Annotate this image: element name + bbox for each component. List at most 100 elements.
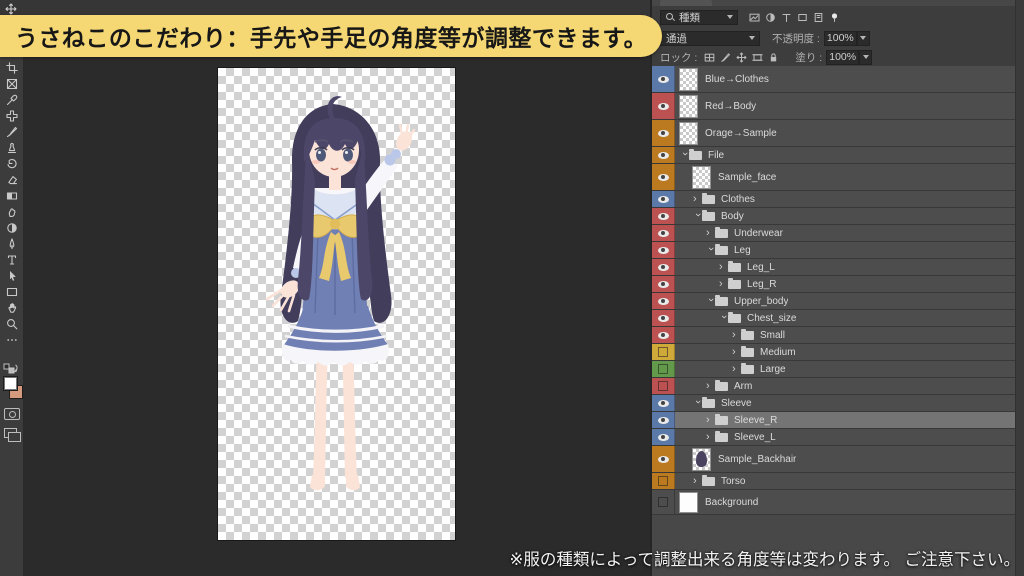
visibility-badge[interactable] — [652, 66, 675, 92]
visibility-badge[interactable] — [652, 361, 675, 377]
layer-row-sleeve[interactable]: ›Sleeve — [652, 395, 1016, 412]
frame-tool-icon[interactable] — [0, 76, 23, 92]
visibility-badge[interactable] — [652, 293, 675, 309]
layer-name[interactable]: Sleeve — [721, 398, 752, 409]
layer-name[interactable]: Torso — [721, 476, 745, 487]
panel-scrollbar[interactable] — [1015, 0, 1024, 576]
layer-row-clothes[interactable]: ›Clothes — [652, 191, 1016, 208]
eraser-tool-icon[interactable] — [0, 172, 23, 188]
layer-row-orage-sample[interactable]: Orage→Sample — [652, 120, 1016, 147]
layer-thumbnail[interactable] — [680, 69, 697, 90]
layer-name[interactable]: File — [708, 150, 724, 161]
opacity-dropdown-button[interactable] — [857, 31, 870, 46]
eyedropper-tool-icon[interactable] — [0, 92, 23, 108]
visibility-badge[interactable] — [652, 276, 675, 292]
layer-name[interactable]: Clothes — [721, 194, 755, 205]
pen-tool-icon[interactable] — [0, 236, 23, 252]
layer-name[interactable]: Red→Body — [705, 101, 756, 112]
crop-tool-icon[interactable] — [0, 60, 23, 76]
visibility-badge[interactable] — [652, 208, 675, 224]
visibility-badge[interactable] — [652, 327, 675, 343]
move-icon[interactable] — [5, 2, 17, 14]
layer-name[interactable]: Sample_Backhair — [718, 454, 796, 465]
visibility-badge[interactable] — [652, 378, 675, 394]
layer-row-small[interactable]: › Small — [652, 327, 1016, 344]
layer-thumbnail[interactable] — [693, 449, 710, 470]
visibility-badge[interactable] — [652, 395, 675, 411]
brush-tool-icon[interactable] — [0, 124, 23, 140]
layer-name[interactable]: Leg_R — [747, 279, 776, 290]
layer-row-body[interactable]: ›Body — [652, 208, 1016, 225]
fill-input[interactable]: 100% — [826, 50, 859, 65]
layer-name[interactable]: Sample_face — [718, 172, 776, 183]
layer-name[interactable]: Background — [705, 497, 758, 508]
healing-brush-tool-icon[interactable] — [0, 108, 23, 124]
edit-toolbar-tool-icon[interactable] — [0, 332, 23, 348]
layer-thumbnail[interactable] — [680, 96, 697, 117]
visibility-badge[interactable] — [652, 412, 675, 428]
layer-thumbnail[interactable] — [680, 493, 697, 512]
rectangle-tool-icon[interactable] — [0, 284, 23, 300]
chevron-right-icon[interactable]: › — [719, 279, 728, 290]
chevron-right-icon[interactable]: › — [706, 228, 715, 239]
visibility-badge[interactable] — [652, 446, 675, 472]
layer-name[interactable]: Sleeve_R — [734, 415, 777, 426]
screen-mode-icon[interactable] — [4, 428, 17, 438]
chevron-right-icon[interactable]: › — [732, 330, 741, 341]
layer-name[interactable]: Small — [760, 330, 785, 341]
layer-row-chest-size[interactable]: ›Chest_size — [652, 310, 1016, 327]
layer-name[interactable]: Orage→Sample — [705, 128, 777, 139]
layer-row-torso[interactable]: › Torso — [652, 473, 1016, 490]
visibility-badge[interactable] — [652, 164, 675, 190]
document-canvas[interactable] — [218, 68, 455, 540]
lock-artboard-icon[interactable] — [749, 50, 765, 64]
layer-name[interactable]: Leg_L — [747, 262, 775, 273]
blend-mode-dropdown[interactable]: 通過 — [660, 31, 760, 46]
layer-name[interactable]: Upper_body — [734, 296, 788, 307]
layer-name[interactable]: Sleeve_L — [734, 432, 776, 443]
layer-row-large[interactable]: ›Large — [652, 361, 1016, 378]
layer-row-underwear[interactable]: › Underwear — [652, 225, 1016, 242]
layer-row-sample-backhair[interactable]: Sample_Backhair — [652, 446, 1016, 473]
layer-name[interactable]: Chest_size — [747, 313, 796, 324]
clone-stamp-tool-icon[interactable] — [0, 140, 23, 156]
layer-thumbnail[interactable] — [693, 167, 710, 188]
layer-name[interactable]: Large — [760, 364, 786, 375]
visibility-badge[interactable] — [652, 93, 675, 119]
layer-filter-dropdown[interactable]: 種類 — [660, 10, 738, 25]
shape-filter-icon[interactable] — [794, 10, 810, 24]
visibility-badge[interactable] — [652, 490, 675, 514]
gradient-tool-icon[interactable] — [0, 188, 23, 204]
layer-name[interactable]: Body — [721, 211, 744, 222]
visibility-badge[interactable] — [652, 429, 675, 445]
chevron-right-icon[interactable]: › — [732, 347, 741, 358]
adjustment-filter-icon[interactable] — [762, 10, 778, 24]
filter-pin-icon[interactable] — [826, 10, 842, 24]
layer-row-upper-body[interactable]: ›Upper_body — [652, 293, 1016, 310]
layer-thumbnail[interactable] — [680, 123, 697, 144]
type-filter-icon[interactable] — [778, 10, 794, 24]
opacity-input[interactable]: 100% — [824, 31, 857, 46]
layer-row-leg[interactable]: ›Leg — [652, 242, 1016, 259]
visibility-badge[interactable] — [652, 120, 675, 146]
foreground-color-swatch[interactable] — [3, 376, 18, 391]
fill-dropdown-button[interactable] — [859, 50, 872, 65]
smart-object-filter-icon[interactable] — [810, 10, 826, 24]
pixel-filter-icon[interactable] — [746, 10, 762, 24]
layer-row-leg-r[interactable]: › Leg_R — [652, 276, 1016, 293]
color-swatches[interactable] — [2, 376, 22, 398]
chevron-right-icon[interactable]: › — [693, 476, 702, 487]
layer-name[interactable]: Underwear — [734, 228, 783, 239]
history-brush-tool-icon[interactable] — [0, 156, 23, 172]
layer-row-file[interactable]: ›File — [652, 147, 1016, 164]
lock-pixels-icon[interactable] — [717, 50, 733, 64]
layer-row-sleeve-r[interactable]: ›Sleeve_R — [652, 412, 1016, 429]
layer-row-blue-clothes[interactable]: Blue→Clothes — [652, 66, 1016, 93]
visibility-badge[interactable] — [652, 225, 675, 241]
layer-name[interactable]: Arm — [734, 381, 752, 392]
lock-transparent-icon[interactable] — [701, 50, 717, 64]
swap-colors-icon[interactable] — [3, 362, 19, 374]
type-tool-icon[interactable] — [0, 252, 23, 268]
layer-name[interactable]: Leg — [734, 245, 751, 256]
path-select-tool-icon[interactable] — [0, 268, 23, 284]
